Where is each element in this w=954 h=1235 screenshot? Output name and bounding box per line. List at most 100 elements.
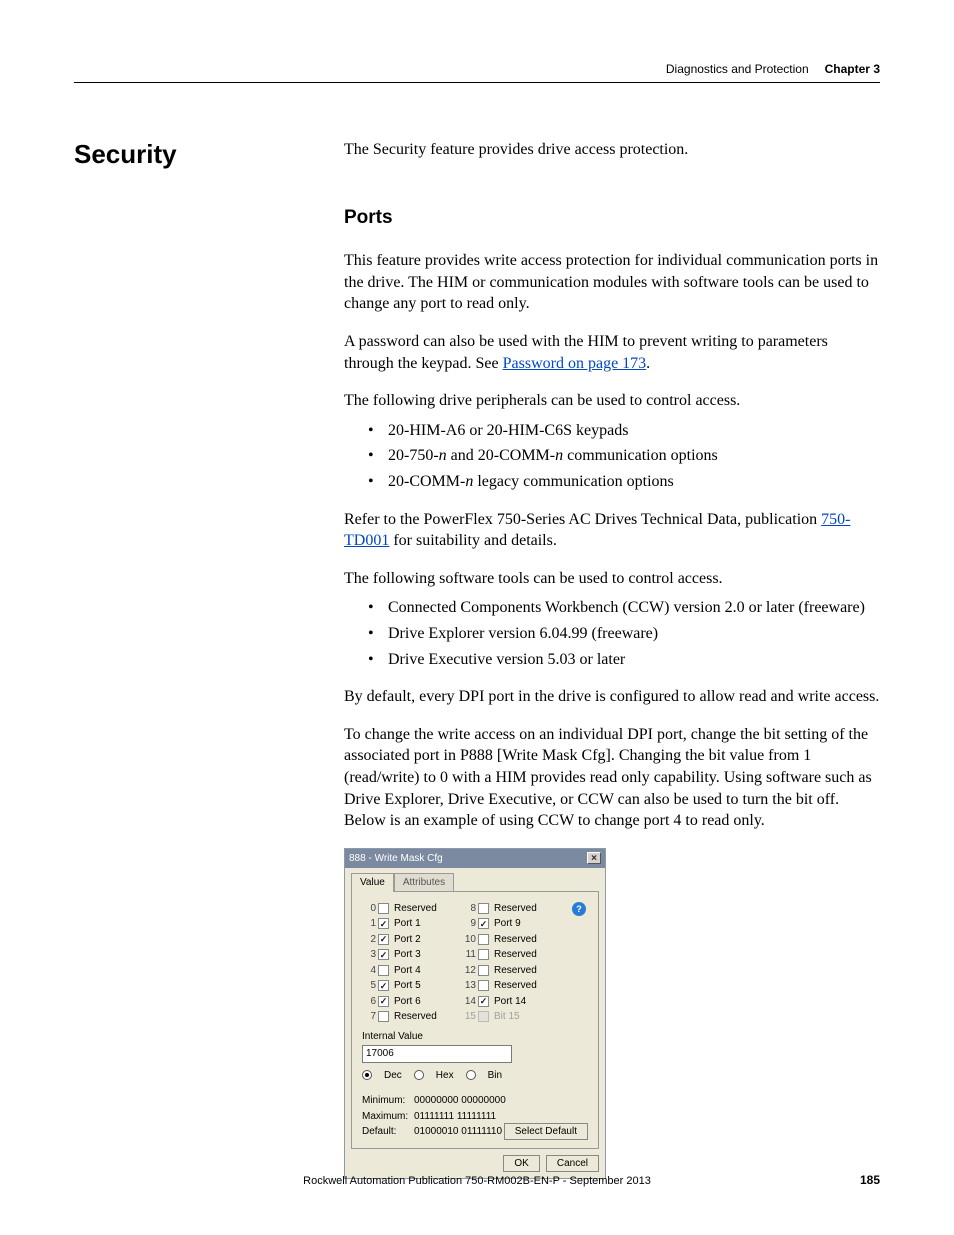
ports-p4b: for suitability and details. <box>389 532 557 549</box>
bit-label: Bit 15 <box>494 1010 554 1024</box>
bit-num: 9 <box>456 917 476 931</box>
radio-dec-label: Dec <box>384 1069 402 1083</box>
ports-p4a: Refer to the PowerFlex 750-Series AC Dri… <box>344 511 821 528</box>
radio-hex[interactable] <box>414 1070 424 1080</box>
bit-checkbox-9[interactable] <box>478 918 489 929</box>
write-mask-dialog: 888 - Write Mask Cfg × Value Attributes … <box>344 848 606 1179</box>
bit-checkbox-13[interactable] <box>478 980 489 991</box>
bit-label: Reserved <box>494 964 554 978</box>
def-value: 01000010 01111110 <box>414 1125 588 1139</box>
bit-num: 5 <box>362 979 376 993</box>
ports-heading: Ports <box>344 205 880 231</box>
bit-num: 1 <box>362 917 376 931</box>
def-label: Default: <box>362 1125 414 1139</box>
bit-grid: 0 Reserved 8 Reserved 1 Port 1 9 <box>362 902 588 1024</box>
bit-label: Reserved <box>394 1010 454 1024</box>
tools-list: Connected Components Workbench (CCW) ver… <box>344 597 880 670</box>
ports-p2: A password can also be used with the HIM… <box>344 331 880 374</box>
section-title: Security <box>74 139 344 170</box>
bit-checkbox-2[interactable] <box>378 934 389 945</box>
ports-p3: The following drive peripherals can be u… <box>344 390 880 412</box>
bit-checkbox-12[interactable] <box>478 965 489 976</box>
cancel-button[interactable]: Cancel <box>546 1155 599 1172</box>
max-label: Maximum: <box>362 1110 414 1124</box>
chapter-label: Chapter 3 <box>825 62 880 76</box>
bit-num: 2 <box>362 933 376 947</box>
bit-num: 13 <box>456 979 476 993</box>
tab-attributes[interactable]: Attributes <box>394 873 454 892</box>
list-item: Connected Components Workbench (CCW) ver… <box>368 597 880 619</box>
bit-num: 14 <box>456 995 476 1009</box>
radio-hex-label: Hex <box>436 1069 454 1083</box>
bit-num: 6 <box>362 995 376 1009</box>
radix-radios: Dec Hex Bin <box>362 1069 588 1083</box>
bit-label: Port 1 <box>394 917 454 931</box>
ports-p6: By default, every DPI port in the drive … <box>344 686 880 708</box>
bit-checkbox-0[interactable] <box>378 903 389 914</box>
bit-checkbox-10[interactable] <box>478 934 489 945</box>
bit-label: Port 2 <box>394 933 454 947</box>
help-icon[interactable]: ? <box>572 902 586 916</box>
bit-label: Port 4 <box>394 964 454 978</box>
bit-label: Port 6 <box>394 995 454 1009</box>
bit-num: 10 <box>456 933 476 947</box>
intro-paragraph: The Security feature provides drive acce… <box>344 139 880 161</box>
bit-label: Port 3 <box>394 948 454 962</box>
dialog-title: 888 - Write Mask Cfg <box>349 852 443 866</box>
bit-label: Reserved <box>394 902 454 916</box>
min-value: 00000000 00000000 <box>414 1094 588 1108</box>
bit-label: Port 9 <box>494 917 554 931</box>
bit-label: Reserved <box>494 933 554 947</box>
bit-num: 8 <box>456 902 476 916</box>
list-item: 20-750-n and 20-COMM-n communication opt… <box>368 445 880 467</box>
internal-value-field[interactable]: 17006 <box>362 1045 512 1063</box>
bit-label: Port 5 <box>394 979 454 993</box>
ports-p5: The following software tools can be used… <box>344 568 880 590</box>
bit-checkbox-7[interactable] <box>378 1011 389 1022</box>
radio-bin-label: Bin <box>488 1069 502 1083</box>
bit-checkbox-11[interactable] <box>478 949 489 960</box>
bit-checkbox-14[interactable] <box>478 996 489 1007</box>
radio-dec[interactable] <box>362 1070 372 1080</box>
bit-checkbox-15 <box>478 1011 489 1022</box>
bit-label: Reserved <box>494 948 554 962</box>
list-item: 20-COMM-n legacy communication options <box>368 471 880 493</box>
bit-num: 3 <box>362 948 376 962</box>
max-value: 01111111 11111111 <box>414 1110 588 1124</box>
bit-checkbox-3[interactable] <box>378 949 389 960</box>
footer-publication: Rockwell Automation Publication 750-RM00… <box>0 1175 954 1187</box>
password-link[interactable]: Password on page 173 <box>503 355 647 372</box>
bit-label: Port 14 <box>494 995 554 1009</box>
ports-p1: This feature provides write access prote… <box>344 250 880 315</box>
bit-checkbox-8[interactable] <box>478 903 489 914</box>
close-icon[interactable]: × <box>587 852 601 864</box>
radio-bin[interactable] <box>466 1070 476 1080</box>
bit-label: Reserved <box>494 902 554 916</box>
ports-p2b: . <box>646 355 650 372</box>
ports-p7: To change the write access on an individ… <box>344 724 880 832</box>
tab-strip: Value Attributes <box>351 872 599 891</box>
ok-button[interactable]: OK <box>503 1155 539 1172</box>
list-item: 20-HIM-A6 or 20-HIM-C6S keypads <box>368 420 880 442</box>
bit-checkbox-6[interactable] <box>378 996 389 1007</box>
bit-num: 12 <box>456 964 476 978</box>
dialog-titlebar: 888 - Write Mask Cfg × <box>345 849 605 869</box>
bit-checkbox-5[interactable] <box>378 980 389 991</box>
internal-value-label: Internal Value <box>362 1030 588 1044</box>
min-label: Minimum: <box>362 1094 414 1108</box>
page-header: Diagnostics and Protection Chapter 3 <box>74 62 880 82</box>
bit-label: Reserved <box>494 979 554 993</box>
bit-checkbox-4[interactable] <box>378 965 389 976</box>
bit-checkbox-1[interactable] <box>378 918 389 929</box>
bit-num: 11 <box>456 948 476 962</box>
list-item: Drive Explorer version 6.04.99 (freeware… <box>368 623 880 645</box>
bit-num: 4 <box>362 964 376 978</box>
bit-num: 7 <box>362 1010 376 1024</box>
tab-value[interactable]: Value <box>351 873 394 892</box>
page-number: 185 <box>860 1173 880 1187</box>
bit-num: 15 <box>456 1010 476 1024</box>
list-item: Drive Executive version 5.03 or later <box>368 649 880 671</box>
chapter-title: Diagnostics and Protection <box>666 62 809 76</box>
tab-panel: ? 0 Reserved 8 Reserved 1 Po <box>351 891 599 1149</box>
ports-p4: Refer to the PowerFlex 750-Series AC Dri… <box>344 509 880 552</box>
